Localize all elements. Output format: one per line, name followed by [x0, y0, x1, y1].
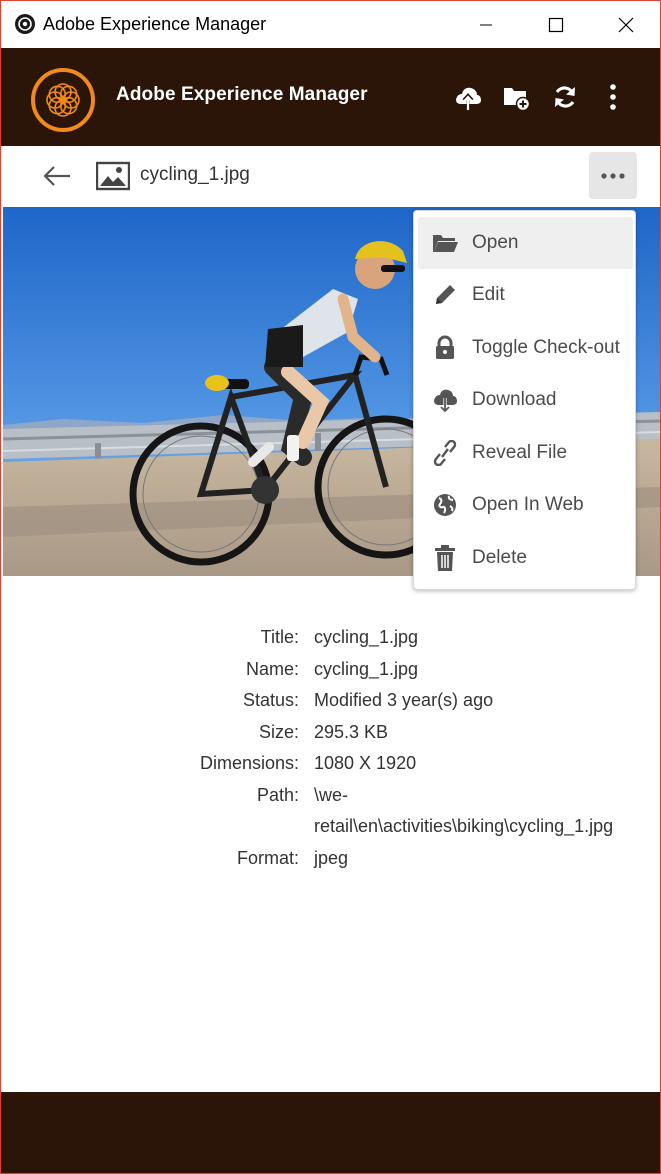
detail-value: Modified 3 year(s) ago: [314, 690, 494, 710]
sync-button[interactable]: [550, 82, 580, 112]
menu-item-label: Download: [472, 389, 557, 410]
minimize-button[interactable]: [451, 1, 521, 48]
detail-label: Title:: [260, 627, 299, 647]
menu-item-open[interactable]: Open: [418, 217, 633, 269]
upload-icon: [456, 87, 481, 110]
download-icon: [430, 385, 460, 415]
close-button[interactable]: [591, 1, 661, 48]
lock-icon: [430, 333, 460, 363]
menu-item-toggle-checkout[interactable]: Toggle Check-out: [418, 322, 633, 374]
menu-item-delete[interactable]: Delete: [418, 532, 633, 584]
detail-value: retail\en\activities\biking\cycling_1.jp…: [314, 816, 614, 836]
new-folder-icon: [504, 88, 531, 111]
globe-icon: [430, 490, 460, 520]
link-icon: [430, 438, 460, 468]
menu-item-open-in-web[interactable]: Open In Web: [418, 479, 633, 531]
actions-menu: Open Edit Toggle Check-out Download Reve…: [413, 210, 636, 590]
detail-row-status: Status: Modified 3 year(s) ago: [1, 690, 660, 722]
app-name: Adobe Experience Manager: [116, 84, 368, 105]
detail-value: cycling_1.jpg: [314, 627, 419, 647]
detail-row-title: Title: cycling_1.jpg: [1, 627, 660, 659]
menu-item-label: Reveal File: [472, 442, 568, 463]
aem-app-icon: [15, 14, 35, 34]
title-bar: Adobe Experience Manager: [1, 1, 660, 48]
menu-item-label: Delete: [472, 547, 527, 568]
detail-label: Path:: [256, 785, 299, 805]
menu-item-download[interactable]: Download: [418, 374, 633, 426]
more-vertical-icon: [610, 84, 616, 110]
pencil-icon: [430, 280, 460, 310]
close-icon: [618, 17, 634, 32]
menu-item-label: Toggle Check-out: [472, 337, 620, 358]
detail-value: jpeg: [314, 848, 349, 868]
detail-row-path: Path: \we-: [1, 785, 660, 817]
more-horizontal-icon: [601, 172, 625, 179]
window-title: Adobe Experience Manager: [43, 14, 267, 34]
app-window: Adobe Experience Manager Adobe Experienc…: [0, 0, 661, 1174]
detail-label: Size:: [258, 722, 299, 742]
detail-label: Status:: [242, 690, 299, 710]
trash-icon: [430, 543, 460, 573]
detail-row-path-continued: retail\en\activities\biking\cycling_1.jp…: [1, 816, 660, 848]
sync-icon: [555, 86, 575, 108]
image-icon: [96, 161, 130, 191]
menu-item-label: Edit: [472, 284, 505, 305]
detail-label: Format:: [236, 848, 299, 868]
maximize-icon: [548, 17, 564, 32]
detail-value: cycling_1.jpg: [314, 659, 419, 679]
menu-item-edit[interactable]: Edit: [418, 269, 633, 321]
detail-row-dimensions: Dimensions: 1080 X 1920: [1, 753, 660, 785]
upload-button[interactable]: [453, 82, 483, 112]
detail-value: 295.3 KB: [314, 722, 389, 742]
menu-item-label: Open In Web: [472, 494, 584, 515]
detail-value: \we-: [314, 785, 349, 805]
menu-item-label: Open: [472, 232, 519, 253]
app-footer: [1, 1092, 660, 1173]
detail-label: Dimensions:: [199, 753, 299, 773]
more-vertical-button[interactable]: [598, 82, 628, 112]
aem-logo-icon: [31, 68, 95, 132]
new-folder-button[interactable]: [501, 82, 531, 112]
app-header: Adobe Experience Manager: [1, 48, 660, 146]
detail-row-format: Format: jpeg: [1, 848, 660, 880]
minimize-icon: [480, 24, 492, 25]
detail-row-size: Size: 295.3 KB: [1, 722, 660, 754]
more-actions-button[interactable]: [589, 152, 637, 199]
detail-label: Name:: [245, 659, 299, 679]
detail-row-name: Name: cycling_1.jpg: [1, 659, 660, 691]
detail-value: 1080 X 1920: [314, 753, 417, 773]
maximize-button[interactable]: [521, 1, 591, 48]
menu-item-reveal-file[interactable]: Reveal File: [418, 427, 633, 479]
back-arrow-icon[interactable]: [41, 160, 73, 192]
folder-open-icon: [430, 228, 460, 258]
asset-toolbar: cycling_1.jpg: [1, 146, 660, 207]
file-name: cycling_1.jpg: [140, 164, 250, 185]
